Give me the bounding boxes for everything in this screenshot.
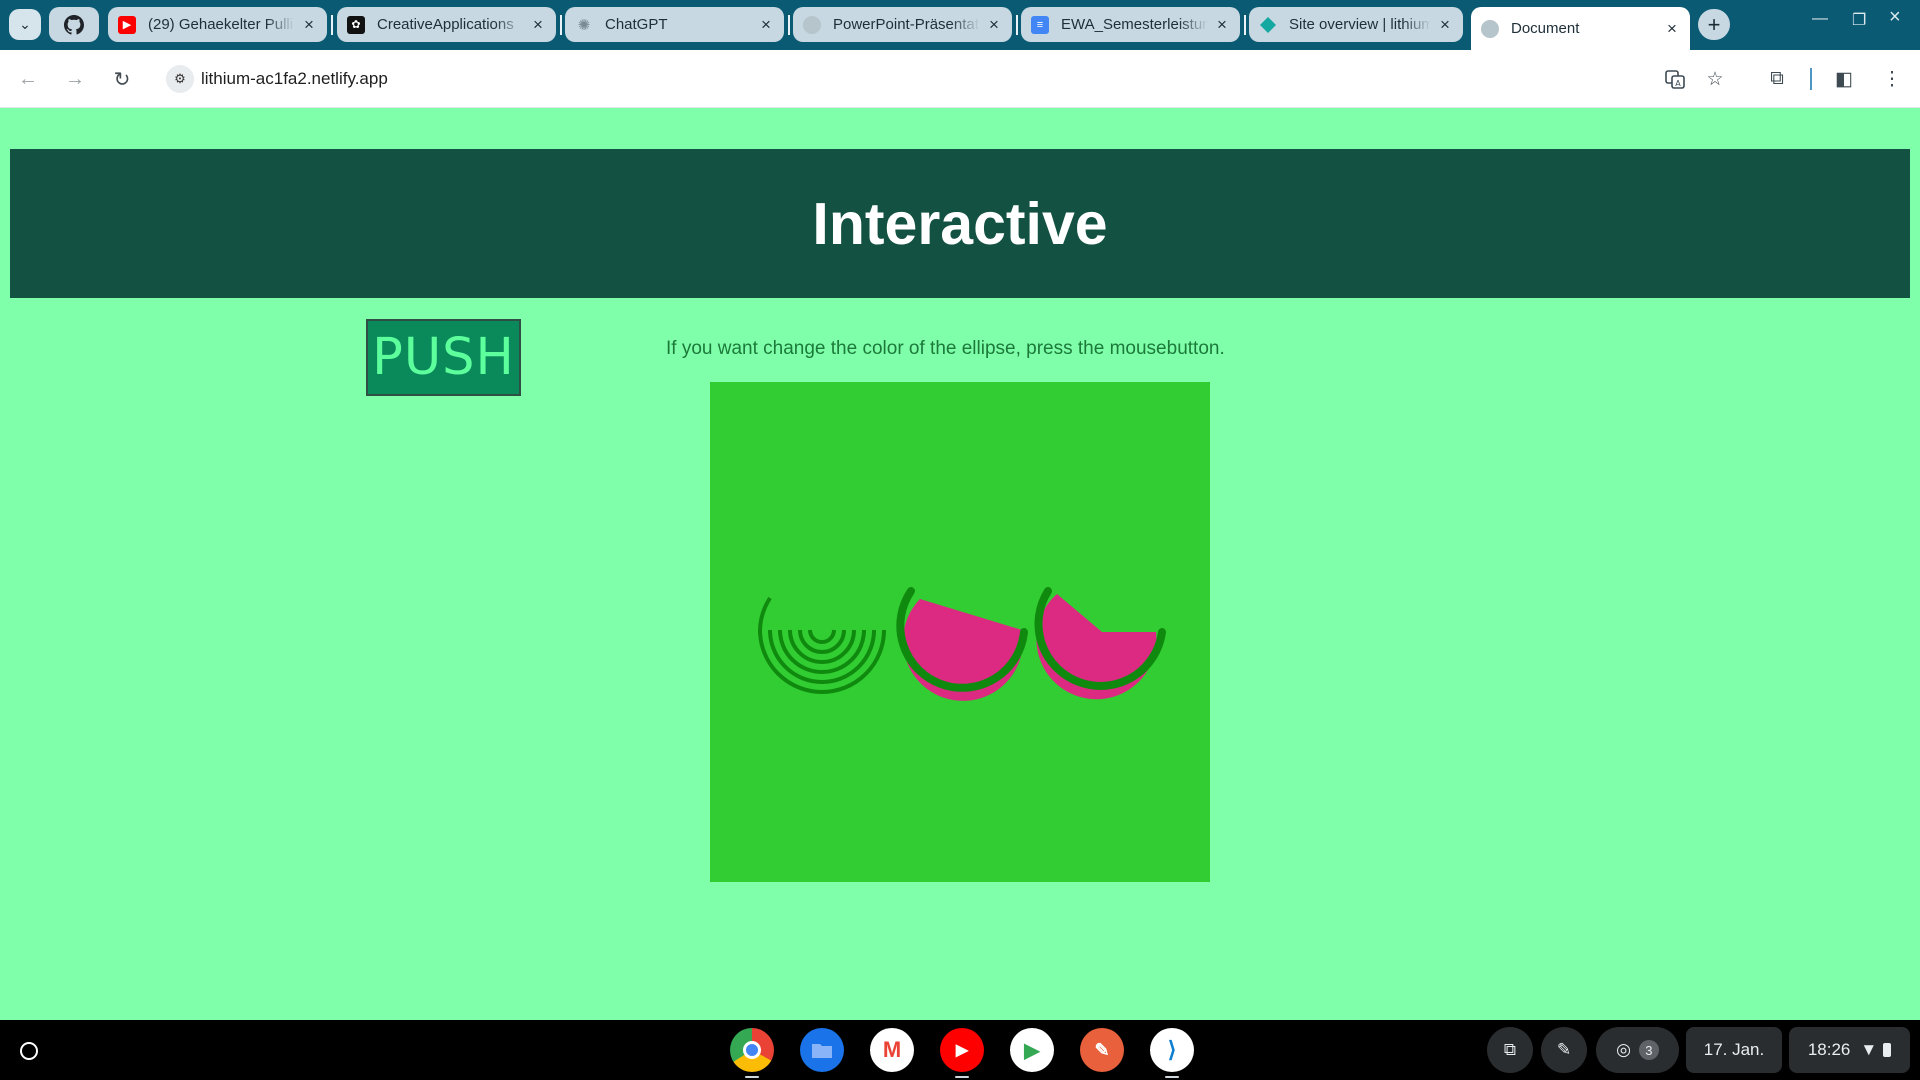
play-store-icon[interactable]: ▶: [1010, 1028, 1054, 1072]
restore-icon[interactable]: ❐: [1852, 10, 1866, 30]
tab-title: PowerPoint-Präsentation: [833, 16, 980, 33]
concentric-arcs-shape: [758, 596, 886, 694]
chrome-icon[interactable]: [730, 1028, 774, 1078]
close-icon[interactable]: ×: [530, 16, 546, 33]
side-panel-icon[interactable]: ◧: [1831, 66, 1857, 92]
youtube-icon[interactable]: ▶: [940, 1028, 984, 1078]
close-icon[interactable]: ×: [1214, 16, 1230, 33]
notification-count: 3: [1638, 1040, 1659, 1060]
tab-search-button[interactable]: ⌄: [9, 9, 41, 40]
forward-button[interactable]: →: [62, 66, 88, 92]
plus-icon: +: [1707, 11, 1721, 37]
arrow-left-icon: ←: [18, 67, 38, 90]
vscode-icon[interactable]: ⟩: [1150, 1028, 1194, 1078]
system-status-area[interactable]: 18:26 ▼: [1789, 1027, 1910, 1073]
arrow-right-icon: →: [65, 67, 85, 90]
header-banner: Interactive: [10, 149, 1910, 298]
youtube-icon: ▶: [118, 15, 136, 34]
github-icon: [64, 14, 84, 35]
extensions-icon[interactable]: ⧉: [1764, 66, 1790, 92]
url-text[interactable]: lithium-ac1fa2.netlify.app: [201, 69, 388, 89]
globe-icon: [803, 15, 821, 34]
site-settings-icon[interactable]: ⚙: [166, 65, 194, 93]
tab-youtube[interactable]: ▶ (29) Gehaekelter Pulli ×: [108, 7, 327, 42]
netlify-icon: [1259, 16, 1277, 34]
notification-icon: ◎: [1616, 1040, 1631, 1059]
toolbar-divider: [1810, 68, 1812, 90]
tab-separator: [331, 15, 333, 35]
close-icon[interactable]: ×: [1664, 20, 1680, 37]
tab-title: ChatGPT: [605, 16, 668, 33]
close-icon[interactable]: ×: [301, 16, 317, 33]
launcher-button[interactable]: [11, 1033, 47, 1069]
files-icon[interactable]: [800, 1028, 844, 1072]
menu-kebab-icon[interactable]: ⋮: [1879, 66, 1905, 92]
web-page: Interactive PUSH If you want change the …: [0, 109, 1920, 1020]
page-title: Interactive: [812, 190, 1108, 257]
sketch-canvas[interactable]: [710, 382, 1210, 882]
os-shelf: M ▶ ▶ ✎ ⟩ ⧉ ✎ ◎ 3 17. Jan. 18:26 ▼: [0, 1020, 1920, 1080]
gmail-icon[interactable]: M: [870, 1028, 914, 1072]
browser-toolbar: ← → ↻ ⚙ lithium-ac1fa2.netlify.app A ☆ ⧉…: [0, 50, 1920, 108]
melon-slice-shape: [896, 587, 1028, 701]
tab-title: CreativeApplications: [377, 16, 514, 33]
sketch-app-icon[interactable]: ✎: [1080, 1028, 1124, 1072]
sketch-drawing: [758, 587, 1166, 701]
creativeapplications-icon: ✿: [347, 15, 365, 34]
tab-separator: [560, 15, 562, 35]
close-icon[interactable]: ×: [986, 16, 1002, 33]
bookmark-star-icon[interactable]: ☆: [1702, 66, 1728, 92]
battery-icon: [1883, 1043, 1892, 1057]
tab-chatgpt[interactable]: ✺ ChatGPT ×: [565, 7, 784, 42]
google-docs-icon: ≡: [1031, 15, 1049, 34]
tab-creativeapplications[interactable]: ✿ CreativeApplications ×: [337, 7, 556, 42]
chevron-down-icon: ⌄: [19, 16, 31, 32]
reload-button[interactable]: ↻: [109, 66, 135, 92]
running-indicator: [745, 1076, 759, 1078]
chatgpt-icon: ✺: [577, 16, 591, 34]
tab-title: (29) Gehaekelter Pulli: [148, 16, 294, 33]
running-indicator: [1165, 1076, 1179, 1078]
clock-time: 18:26: [1807, 1040, 1851, 1059]
tab-powerpoint[interactable]: PowerPoint-Präsentation ×: [793, 7, 1012, 42]
new-tab-button[interactable]: +: [1698, 9, 1730, 40]
launcher-icon: [20, 1042, 38, 1060]
tab-separator: [1244, 15, 1246, 35]
tab-ewa-semesterleistung[interactable]: ≡ EWA_Semesterleistung ×: [1021, 7, 1240, 42]
melon-slice-shape: [1034, 587, 1166, 700]
tab-title: Document: [1511, 20, 1580, 37]
tab-title: Site overview | lithium: [1289, 16, 1431, 33]
wifi-icon: ▼: [1860, 1040, 1878, 1059]
minimize-icon[interactable]: —: [1812, 10, 1828, 28]
instruction-text: If you want change the color of the elli…: [666, 338, 1225, 359]
notification-tray[interactable]: ◎ 3: [1596, 1027, 1679, 1073]
tab-site-overview[interactable]: Site overview | lithium ×: [1249, 7, 1463, 42]
running-indicator: [955, 1076, 969, 1078]
tab-separator: [788, 15, 790, 35]
push-button[interactable]: PUSH: [366, 319, 521, 396]
svg-text:A: A: [1675, 79, 1681, 88]
screen-capture-icon[interactable]: ⧉: [1487, 1027, 1533, 1073]
browser-tab-strip: ⌄ ▶ (29) Gehaekelter Pulli × ✿ CreativeA…: [0, 0, 1920, 50]
pinned-tab-github[interactable]: [49, 7, 99, 42]
close-icon[interactable]: ×: [758, 16, 774, 33]
back-button[interactable]: ←: [15, 66, 41, 92]
tab-separator: [1016, 15, 1018, 35]
tab-document-active[interactable]: Document ×: [1471, 7, 1690, 50]
close-icon[interactable]: ×: [1437, 16, 1453, 33]
date-display[interactable]: 17. Jan.: [1686, 1027, 1782, 1073]
globe-icon: [1481, 19, 1499, 38]
close-window-icon[interactable]: ×: [1889, 6, 1901, 29]
address-bar[interactable]: ⚙ lithium-ac1fa2.netlify.app: [158, 59, 1718, 99]
tab-title: EWA_Semesterleistung: [1061, 16, 1208, 33]
reload-icon: ↻: [113, 68, 131, 91]
translate-icon[interactable]: A: [1662, 66, 1688, 92]
stylus-pen-icon[interactable]: ✎: [1541, 1027, 1587, 1073]
